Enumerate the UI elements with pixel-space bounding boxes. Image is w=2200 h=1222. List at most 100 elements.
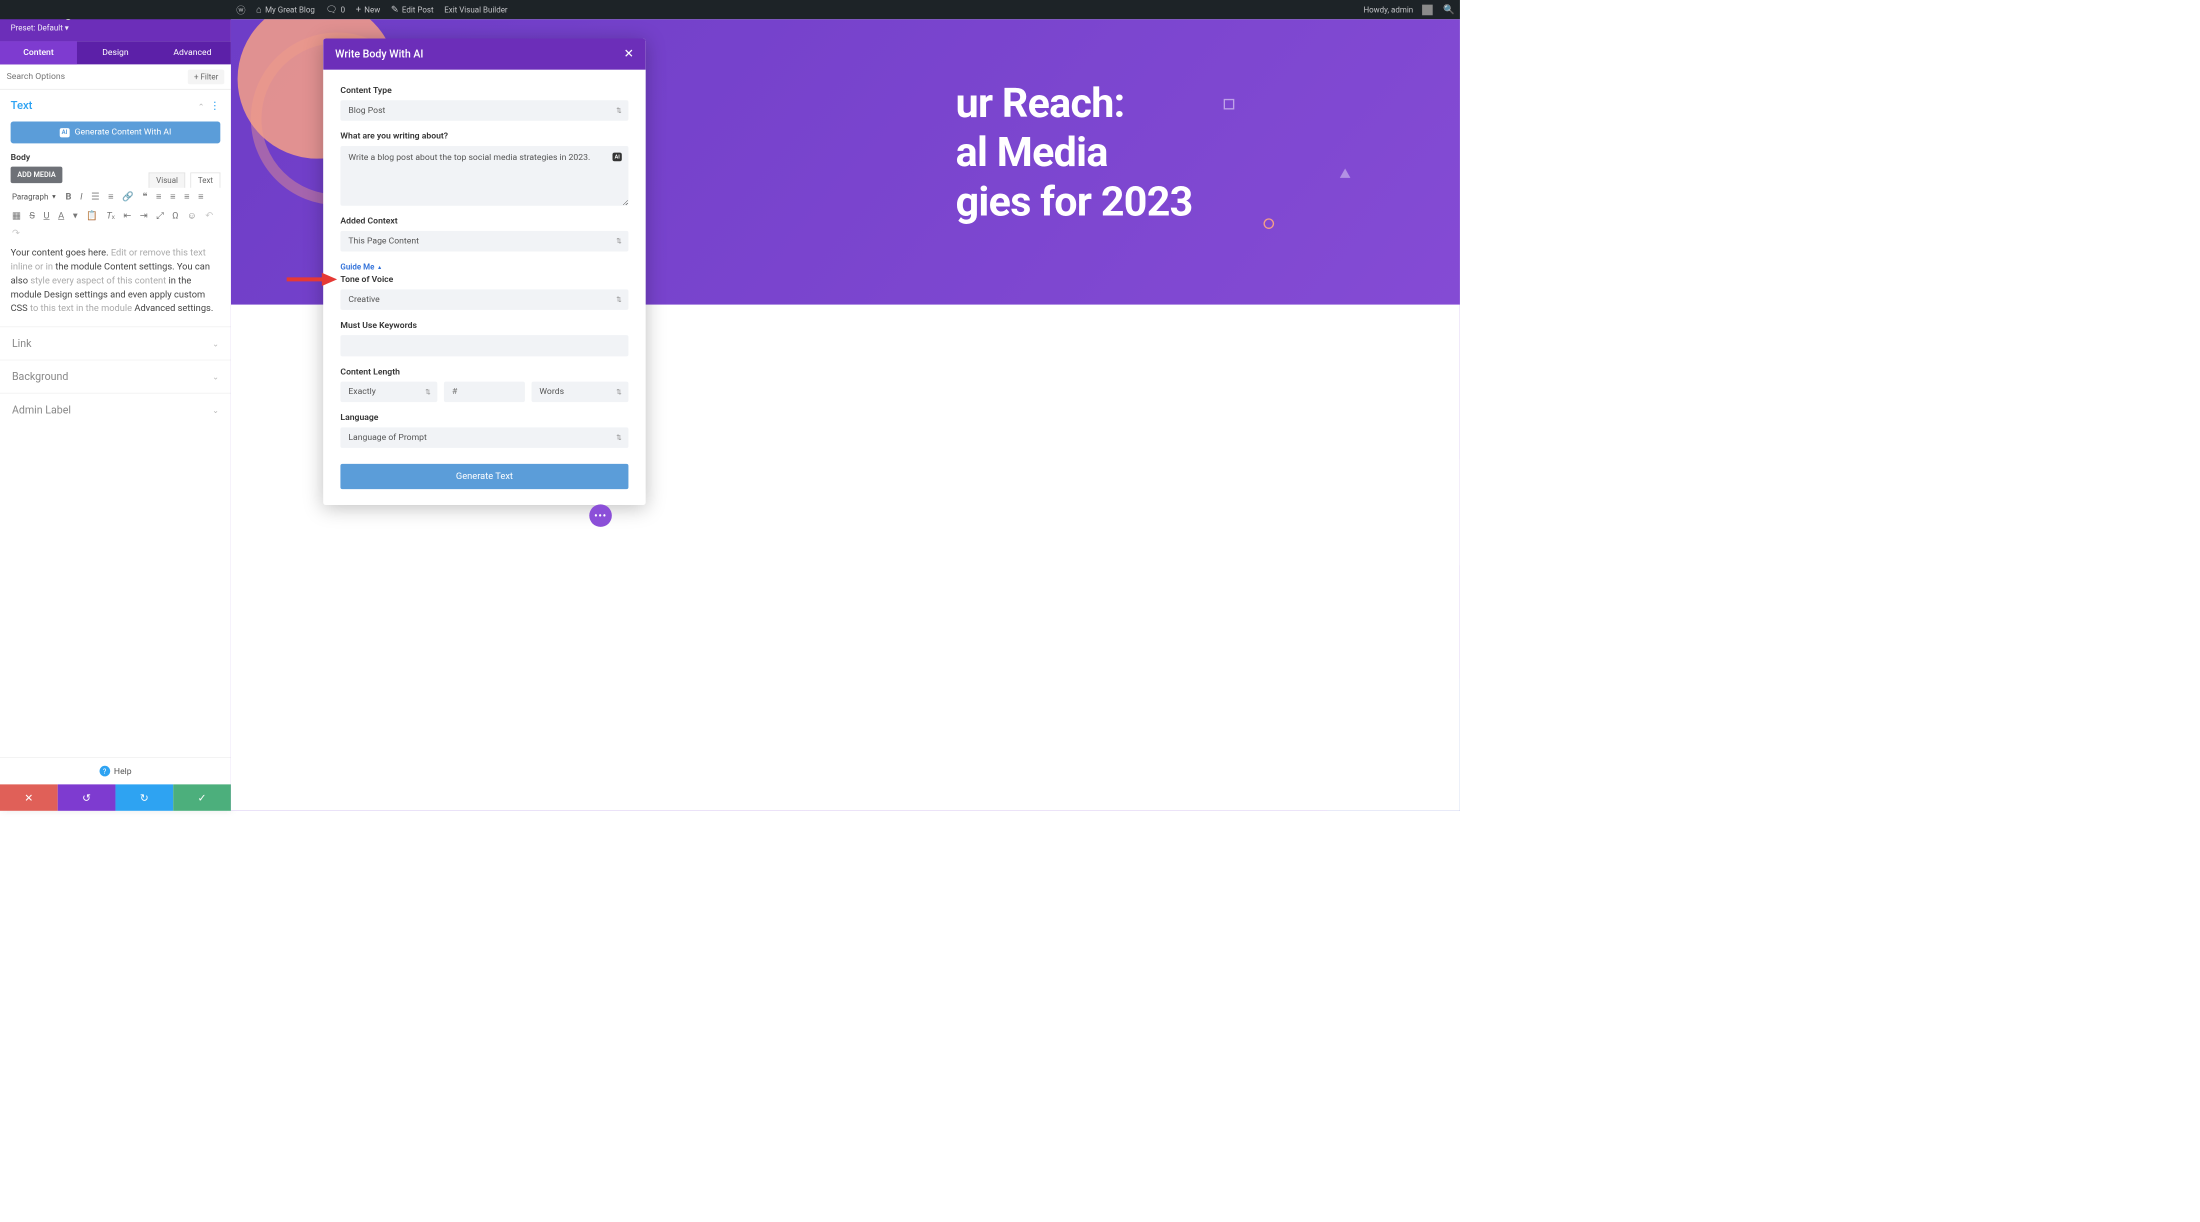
select-caret-icon: ⇅ [425, 388, 431, 395]
ordered-list-icon[interactable]: ≡ [108, 191, 113, 202]
italic-icon[interactable]: I [80, 191, 82, 202]
site-link[interactable]: ⌂My Great Blog [251, 0, 320, 19]
length-number-input[interactable] [444, 382, 525, 403]
builder-fab-button[interactable]: ••• [589, 504, 612, 527]
section-more-icon[interactable]: ⋯ [209, 100, 222, 111]
comments-link[interactable]: 🗨0 [320, 0, 350, 19]
filter-button[interactable]: + Filter [188, 69, 224, 84]
search-icon[interactable]: 🔍 [1438, 0, 1460, 19]
body-label: Body [0, 153, 231, 167]
omega-icon[interactable]: Ω [172, 210, 178, 221]
length-unit-select[interactable]: Words⇅ [531, 382, 628, 403]
select-caret-icon: ⇅ [616, 107, 622, 114]
save-button[interactable]: ✓ [173, 784, 231, 811]
search-options-row: + Filter [0, 64, 231, 89]
select-caret-icon: ⇅ [616, 296, 622, 303]
modal-header: Write Body With AI ✕ [323, 38, 646, 69]
tab-advanced[interactable]: Advanced [154, 41, 231, 64]
content-type-label: Content Type [340, 86, 628, 96]
indent-out-icon[interactable]: ⇤ [123, 210, 131, 221]
select-caret-icon: ⇅ [616, 238, 622, 245]
howdy-user[interactable]: Howdy, admin [1358, 0, 1438, 19]
ai-badge-icon: AI [60, 128, 70, 137]
ai-modal: Write Body With AI ✕ Content Type Blog P… [323, 38, 646, 505]
comment-icon: 🗨 [325, 4, 337, 15]
guide-me-toggle[interactable]: Guide Me ▲ [340, 262, 382, 271]
align-justify-icon[interactable]: ≡ [198, 191, 203, 202]
table-icon[interactable]: ▦ [12, 210, 21, 221]
paste-icon[interactable]: 📋 [86, 210, 98, 221]
chevron-down-icon: ⌄ [212, 372, 219, 381]
align-center-icon[interactable]: ≡ [170, 191, 175, 202]
editor-body[interactable]: Your content goes here. Edit or remove t… [11, 246, 221, 316]
tone-select[interactable]: Creative⇅ [340, 289, 628, 310]
hero-title: ur Reach: al Media gies for 2023 [956, 79, 1421, 227]
bold-icon[interactable]: B [66, 191, 72, 202]
emoji-icon[interactable]: ☺ [187, 210, 196, 221]
content-type-select[interactable]: Blog Post⇅ [340, 100, 628, 121]
exit-builder-link[interactable]: Exit Visual Builder [439, 0, 513, 19]
edit-post-link[interactable]: ✎Edit Post [386, 0, 439, 19]
decoration-square-icon [1224, 99, 1235, 110]
tab-content[interactable]: Content [0, 41, 77, 64]
strike-icon[interactable]: S [29, 210, 35, 221]
wp-logo-icon[interactable]: ⓦ [231, 0, 251, 19]
tone-label: Tone of Voice [340, 275, 628, 285]
settings-panel: Text Settings Preset: Default ▾ ⛶ ◧ ⋮ Co… [0, 0, 231, 811]
editor-tab-text[interactable]: Text [191, 173, 221, 188]
plus-icon: + [356, 4, 361, 15]
language-label: Language [340, 413, 628, 423]
textcolor-icon[interactable]: A [58, 210, 64, 221]
underline-icon[interactable]: U [43, 210, 49, 221]
align-right-icon[interactable]: ≡ [184, 191, 189, 202]
redo-icon[interactable]: ↷ [12, 228, 20, 239]
accordion-admin-label[interactable]: Admin Label ⌄ [0, 393, 231, 426]
context-label: Added Context [340, 216, 628, 226]
about-textarea[interactable]: Write a blog post about the top social m… [340, 146, 628, 206]
preset-selector[interactable]: Preset: Default ▾ [11, 23, 221, 32]
chevron-down-icon: ▼ [51, 193, 57, 200]
language-select[interactable]: Language of Prompt⇅ [340, 427, 628, 448]
cancel-button[interactable]: ✕ [0, 784, 58, 811]
indent-in-icon[interactable]: ⇥ [140, 210, 148, 221]
help-icon: ? [99, 766, 110, 777]
keywords-input[interactable] [340, 335, 628, 356]
editor-tab-visual[interactable]: Visual [149, 173, 185, 188]
link-icon[interactable]: 🔗 [122, 191, 134, 202]
annotation-arrow [285, 271, 338, 287]
search-input[interactable] [7, 72, 188, 82]
decoration-circle-icon [1263, 218, 1274, 229]
align-left-icon[interactable]: ≡ [156, 191, 161, 202]
pencil-icon: ✎ [391, 4, 399, 15]
new-link[interactable]: +New [350, 0, 385, 19]
section-text-header[interactable]: Text ⌃ ⋯ [0, 90, 231, 122]
select-caret-icon: ⇅ [616, 434, 622, 441]
accordion-link[interactable]: Link ⌄ [0, 326, 231, 359]
fullscreen-icon[interactable]: ⤢ [156, 210, 163, 221]
ai-suggest-icon[interactable]: AI [613, 153, 622, 162]
bullet-list-icon[interactable]: ☰ [91, 191, 99, 202]
quote-icon[interactable]: ❝ [142, 191, 147, 202]
undo-button[interactable]: ↺ [58, 784, 116, 811]
context-select[interactable]: This Page Content⇅ [340, 231, 628, 252]
generate-text-button[interactable]: Generate Text [340, 464, 628, 489]
generate-ai-button[interactable]: AI Generate Content With AI [11, 121, 221, 143]
undo-icon[interactable]: ↶ [205, 210, 213, 221]
tab-design[interactable]: Design [77, 41, 154, 64]
avatar [1422, 4, 1433, 15]
help-row[interactable]: ? Help [0, 757, 231, 784]
close-icon[interactable]: ✕ [624, 47, 634, 61]
accordion-background[interactable]: Background ⌄ [0, 360, 231, 393]
clear-icon[interactable]: Tₓ [106, 210, 114, 221]
about-label: What are you writing about? [340, 131, 628, 141]
select-caret-icon: ⇅ [616, 388, 622, 395]
editor-toolbar: Paragraph ▼ B I ☰ ≡ 🔗 ❝ ≡ ≡ ≡ ≡ ▦ S U A … [0, 188, 231, 242]
modal-title: Write Body With AI [335, 48, 423, 61]
length-mode-select[interactable]: Exactly⇅ [340, 382, 437, 403]
redo-button[interactable]: ↻ [115, 784, 173, 811]
more-toolbar-icon[interactable]: ▾ [73, 210, 78, 221]
bottom-actions: ✕ ↺ ↻ ✓ [0, 784, 231, 811]
paragraph-select[interactable]: Paragraph ▼ [12, 192, 57, 201]
add-media-button[interactable]: ADD MEDIA [11, 167, 63, 184]
chevron-down-icon: ⌄ [212, 405, 219, 414]
